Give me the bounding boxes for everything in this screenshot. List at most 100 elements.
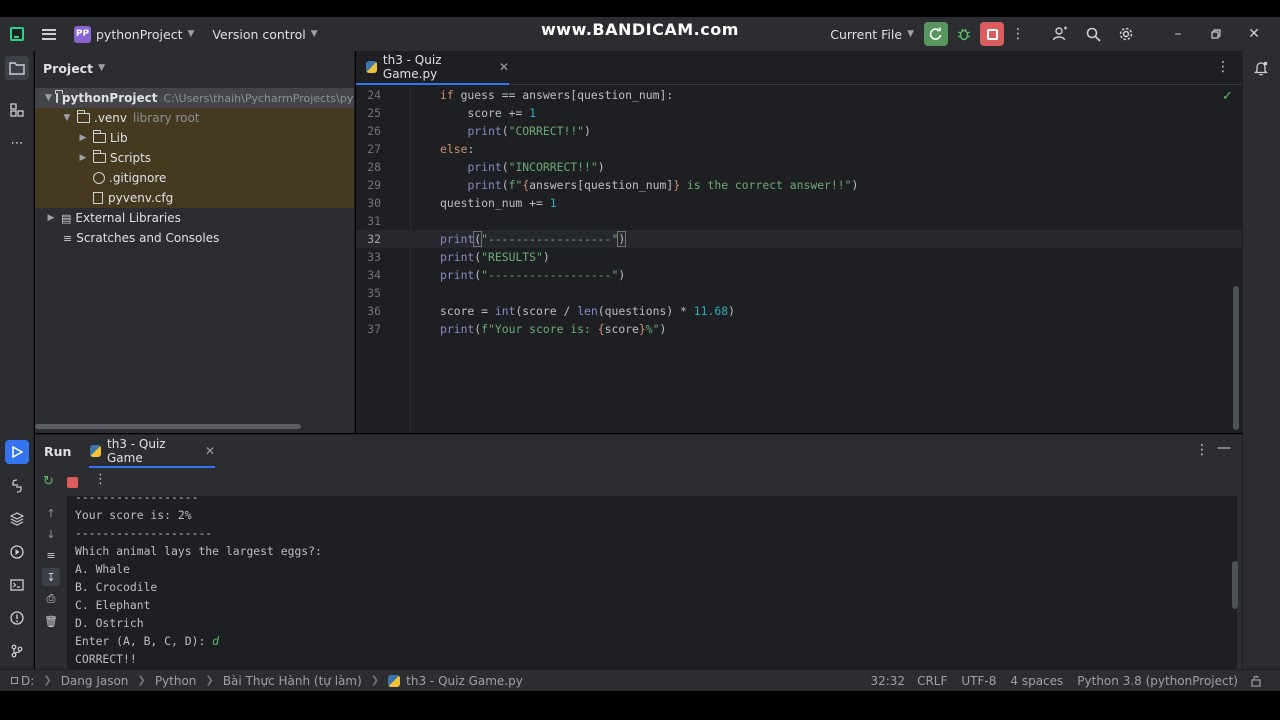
tree-item-external-libraries[interactable]: ▶ ▤ External Libraries [35, 208, 354, 228]
project-name-dropdown[interactable]: pythonProject [96, 27, 183, 42]
code-line[interactable]: 28 print("INCORRECT!!") [356, 158, 1242, 176]
code-text: score = int(score / len(questions) * 11.… [440, 304, 735, 318]
stop-button[interactable] [980, 22, 1004, 46]
code-line[interactable]: 31 [356, 212, 1242, 230]
structure-icon[interactable] [5, 98, 29, 122]
project-panel-header[interactable]: Project ▼ [35, 51, 354, 85]
code-line[interactable]: 25 score += 1 [356, 104, 1242, 122]
chevron-down-icon: ▼ [907, 29, 914, 39]
trash-clear-icon[interactable]: 🗑 [42, 612, 60, 630]
code-line[interactable]: 37 print(f"Your score is: {score}%") [356, 320, 1242, 338]
notifications-bell-icon[interactable] [1249, 56, 1273, 80]
soft-wrap-icon[interactable]: ≡ [42, 546, 60, 564]
code-line[interactable]: 29 print(f"{answers[question_num]} is th… [356, 176, 1242, 194]
tree-item-gitignore[interactable]: .gitignore [35, 168, 354, 188]
run-tab-quiz-game[interactable]: th3 - Quiz Game ✕ [89, 435, 215, 468]
code-line[interactable]: 36 score = int(score / len(questions) * 1… [356, 302, 1242, 320]
scroll-up-arrow-icon[interactable]: ↑ [42, 504, 60, 522]
console-line: -------------------- [75, 526, 213, 540]
project-badge[interactable]: PP [74, 25, 91, 43]
editor-tab-quiz-game[interactable]: th3 - Quiz Game.py ✕ [356, 51, 509, 85]
python-packages-icon[interactable] [5, 507, 29, 531]
main-menu-icon[interactable] [42, 28, 56, 40]
console-output[interactable]: ------------------ Your score is: 2% ---… [67, 496, 1237, 670]
chevron-right-icon: ❯ [137, 675, 146, 686]
console-vertical-scrollbar[interactable] [1232, 561, 1238, 609]
folder-icon [55, 90, 64, 103]
services-icon[interactable] [5, 540, 29, 564]
console-line: Your score is: 2% [75, 508, 192, 522]
horizontal-scrollbar[interactable] [35, 424, 301, 429]
project-tool-window: Project ▼ ▼ pythonProject C:\Users\thaih… [35, 51, 355, 433]
minimize-window-icon[interactable]: – [1166, 22, 1190, 46]
code-line[interactable]: 34 print("------------------") [356, 266, 1242, 284]
read-only-lock-icon[interactable] [1250, 675, 1262, 687]
run-toolbar-more-icon[interactable]: ⋮ [94, 472, 107, 487]
breadcrumb-folder[interactable]: Bài Thực Hành (tự làm) [223, 674, 362, 688]
python-interpreter[interactable]: Python 3.8 (pythonProject) [1077, 674, 1238, 688]
tree-item-label: External Libraries [75, 211, 181, 225]
chevron-down-icon: ▼ [45, 93, 52, 103]
breadcrumb-folder[interactable]: Python [155, 674, 197, 688]
run-tab-label: th3 - Quiz Game [107, 436, 166, 465]
more-tools-icon[interactable]: ⋯ [5, 131, 29, 155]
run-config-dropdown[interactable]: Current File [830, 27, 902, 42]
editor-pane: th3 - Quiz Game.py ✕ ⋮ ✓ 24 if guess == a… [356, 51, 1242, 433]
stop-icon[interactable] [67, 477, 78, 488]
code-line[interactable]: 26 print("CORRECT!!") [356, 122, 1242, 140]
editor-vertical-scrollbar[interactable] [1233, 286, 1239, 430]
tab-more-icon[interactable]: ⋮ [1216, 59, 1230, 75]
project-tool-folder-icon[interactable] [5, 56, 29, 80]
code-text: else: [440, 142, 475, 156]
search-icon[interactable] [1081, 22, 1105, 46]
code-line[interactable]: 33 print("RESULTS") [356, 248, 1242, 266]
file-encoding[interactable]: UTF-8 [961, 674, 996, 688]
tree-item-pythonproject[interactable]: ▼ pythonProject C:\Users\thaih\PycharmPr… [35, 88, 355, 108]
restore-window-icon[interactable] [1204, 22, 1228, 46]
caret-position[interactable]: 32:32 [870, 674, 905, 688]
run-panel-more-icon[interactable]: ⋮ [1195, 442, 1209, 458]
breadcrumb-file[interactable]: th3 - Quiz Game.py [388, 674, 523, 688]
hide-panel-icon[interactable]: — [1217, 440, 1231, 456]
code-with-me-icon[interactable] [1048, 22, 1072, 46]
console-user-input: d [212, 634, 220, 648]
code-line[interactable]: 30 question_num += 1 [356, 194, 1242, 212]
scroll-to-end-icon[interactable]: ↧ [42, 568, 60, 586]
tree-item-scripts[interactable]: ▶ Scripts [35, 148, 354, 168]
line-number: 32 [367, 232, 381, 246]
run-tool-icon[interactable] [5, 440, 29, 464]
code-text: print("------------------") [440, 231, 627, 247]
python-file-icon [90, 444, 101, 457]
tree-item-pyvenv-cfg[interactable]: pyvenv.cfg [35, 188, 354, 208]
line-number: 31 [367, 214, 381, 228]
breadcrumb-folder[interactable]: Dang Jason [61, 674, 129, 688]
tree-item-venv[interactable]: ▼ .venv library root [35, 108, 354, 128]
terminal-icon[interactable] [5, 573, 29, 597]
code-line[interactable]: 35 [356, 284, 1242, 302]
settings-gear-icon[interactable] [1114, 22, 1138, 46]
scroll-down-arrow-icon[interactable]: ↓ [42, 525, 60, 543]
line-separator[interactable]: CRLF [917, 674, 947, 688]
code-line[interactable]: 27 else: [356, 140, 1242, 158]
code-line-current[interactable]: 32 print("------------------") [356, 230, 1242, 248]
version-control-dropdown[interactable]: Version control [212, 27, 305, 42]
tree-item-lib[interactable]: ▶ Lib [35, 128, 354, 148]
more-actions-icon[interactable]: ⋮ [1006, 22, 1030, 46]
line-number: 34 [367, 268, 381, 282]
close-tab-icon[interactable]: ✕ [205, 444, 215, 458]
indent-setting[interactable]: 4 spaces [1010, 674, 1063, 688]
close-window-icon[interactable]: ✕ [1242, 22, 1266, 46]
debug-button[interactable] [952, 22, 976, 46]
git-branch-icon[interactable] [5, 639, 29, 663]
rerun-icon[interactable]: ↻ [43, 474, 54, 489]
breadcrumb-drive[interactable]: D: [11, 674, 34, 688]
print-icon[interactable]: ⎙ [42, 590, 60, 608]
tree-item-path: C:\Users\thaih\PycharmProjects\pyth [163, 91, 355, 105]
close-tab-icon[interactable]: ✕ [499, 60, 509, 74]
code-line[interactable]: 24 if guess == answers[question_num]: [356, 86, 1242, 104]
problems-icon[interactable] [5, 606, 29, 630]
folder-icon [76, 110, 90, 123]
python-console-icon[interactable] [5, 474, 29, 498]
rerun-button[interactable] [924, 22, 948, 46]
tree-item-scratches[interactable]: ≡ Scratches and Consoles [35, 228, 354, 248]
